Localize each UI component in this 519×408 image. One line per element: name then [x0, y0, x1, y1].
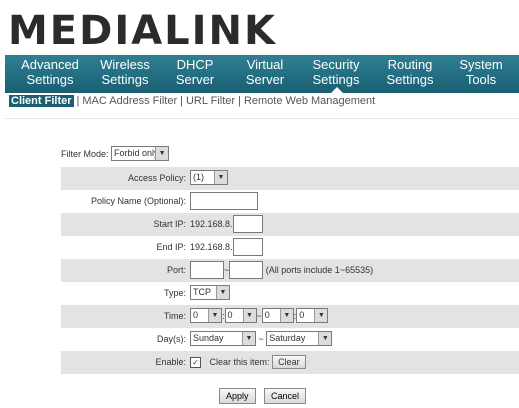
dropdown-arrow-icon: ▼ [242, 332, 255, 345]
client-filter-panel: Filter Mode: Forbid only ▼ Access Policy:… [5, 118, 519, 408]
nav-system-tools[interactable]: System Tools [451, 57, 511, 87]
time-end-hour-select[interactable]: 0 ▼ [261, 308, 294, 323]
nav-label-line1: Virtual [246, 57, 284, 72]
sub-nav: Client Filter | MAC Address Filter | URL Fil… [9, 95, 376, 107]
end-ip-label: End IP: [156, 242, 186, 252]
nav-label-line1: Security [312, 57, 360, 72]
nav-label-line1: Routing [387, 57, 433, 72]
nav-security-settings[interactable]: Security Settings [303, 57, 369, 87]
apply-button[interactable]: Apply [219, 387, 256, 404]
filter-mode-row: Filter Mode: Forbid only ▼ [61, 146, 170, 161]
dropdown-arrow-icon: ▼ [318, 332, 332, 345]
dropdown-arrow-icon: ▼ [214, 171, 227, 184]
main-nav: Advanced Settings Wireless Settings DHCP… [5, 55, 519, 93]
time-start-minute-select[interactable]: 0 ▼ [224, 308, 257, 323]
nav-wireless-settings[interactable]: Wireless Settings [89, 57, 161, 87]
type-select[interactable]: TCP ▼ [190, 285, 230, 300]
end-ip-prefix: 192.168.8. [190, 242, 233, 252]
access-policy-label: Access Policy: [127, 173, 186, 183]
nav-label-line2: Server [175, 72, 215, 87]
filter-mode-label: Filter Mode: [61, 148, 109, 159]
nav-advanced-settings[interactable]: Advanced Settings [15, 57, 85, 87]
cancel-button[interactable]: Cancel [263, 387, 306, 404]
start-ip-prefix: 192.168.8. [190, 219, 233, 229]
enable-checkbox[interactable]: ✓ [190, 356, 201, 368]
access-policy-row: Access Policy: (1) ▼ [61, 167, 519, 190]
dropdown-arrow-icon: ▼ [314, 309, 328, 322]
days-label: Day(s): [157, 334, 186, 344]
end-ip-input[interactable] [232, 238, 263, 256]
port-label: Port: [166, 265, 186, 275]
nav-label-line1: Advanced [21, 57, 79, 72]
day-to-select[interactable]: Saturday ▼ [266, 331, 333, 346]
time-row: Time: 0 ▼:0 ▼ ~0 ▼:0 ▼ [61, 305, 519, 328]
nav-label-line1: System [459, 57, 503, 72]
nav-label-line2: Settings [312, 72, 360, 87]
nav-label-line2: Server [245, 72, 285, 87]
dropdown-arrow-icon: ▼ [216, 286, 229, 299]
nav-routing-settings[interactable]: Routing Settings [377, 57, 443, 87]
nav-label-line2: Settings [386, 72, 434, 87]
type-label: Type: [163, 288, 186, 298]
start-ip-input[interactable] [232, 215, 263, 233]
dropdown-arrow-icon: ▼ [155, 147, 169, 160]
clear-item-label: Clear this item: [209, 357, 270, 367]
dropdown-arrow-icon: ▼ [242, 309, 256, 322]
port-start-input[interactable] [190, 261, 224, 279]
type-row: Type: TCP ▼ [61, 282, 519, 305]
day-from-select[interactable]: Sunday ▼ [190, 331, 256, 346]
access-policy-select[interactable]: (1) ▼ [190, 170, 228, 185]
logo-text: MEDIALINK [8, 8, 278, 54]
days-row: Day(s): Sunday ▼ ~ Saturday ▼ [61, 328, 519, 351]
nav-label-line2: Settings [101, 72, 149, 87]
port-row: Port: ~ (All ports include 1~65535) [61, 259, 519, 282]
policy-name-row: Policy Name (Optional): [61, 190, 519, 213]
dropdown-arrow-icon: ▼ [279, 309, 293, 322]
policy-name-label: Policy Name (Optional): [90, 196, 186, 206]
enable-row: Enable: ✓ Clear this item: Clear [61, 351, 519, 374]
subnav-url-filter[interactable]: URL Filter [186, 95, 235, 107]
time-start-hour-select[interactable]: 0 ▼ [190, 308, 222, 323]
filter-mode-select[interactable]: Forbid only ▼ [111, 146, 170, 161]
end-ip-row: End IP: 192.168.8. [61, 236, 519, 259]
subnav-remote-web-management[interactable]: Remote Web Management [244, 95, 375, 107]
time-label: Time: [163, 311, 186, 321]
port-hint: (All ports include 1~65535) [265, 265, 374, 275]
nav-label-line1: DHCP [176, 57, 214, 72]
nav-label-line1: Wireless [100, 57, 150, 72]
policy-name-input[interactable] [190, 192, 258, 210]
nav-label-line2: Tools [465, 72, 497, 87]
form-actions: Apply Cancel [219, 387, 306, 405]
nav-virtual-server[interactable]: Virtual Server [234, 57, 296, 87]
time-end-minute-select[interactable]: 0 ▼ [296, 308, 329, 323]
nav-label-line2: Settings [26, 72, 74, 87]
start-ip-label: Start IP: [153, 219, 186, 229]
port-end-input[interactable] [229, 261, 264, 279]
medialink-logo: MEDIALINK [6, 2, 306, 54]
dropdown-arrow-icon: ▼ [208, 309, 221, 322]
subnav-client-filter[interactable]: Client Filter [9, 95, 74, 107]
enable-label: Enable: [155, 357, 186, 367]
active-nav-indicator-icon [331, 87, 343, 93]
subnav-mac-address-filter[interactable]: MAC Address Filter [82, 95, 177, 107]
clear-button[interactable]: Clear [272, 355, 306, 369]
nav-dhcp-server[interactable]: DHCP Server [167, 57, 223, 87]
start-ip-row: Start IP: 192.168.8. [61, 213, 519, 236]
